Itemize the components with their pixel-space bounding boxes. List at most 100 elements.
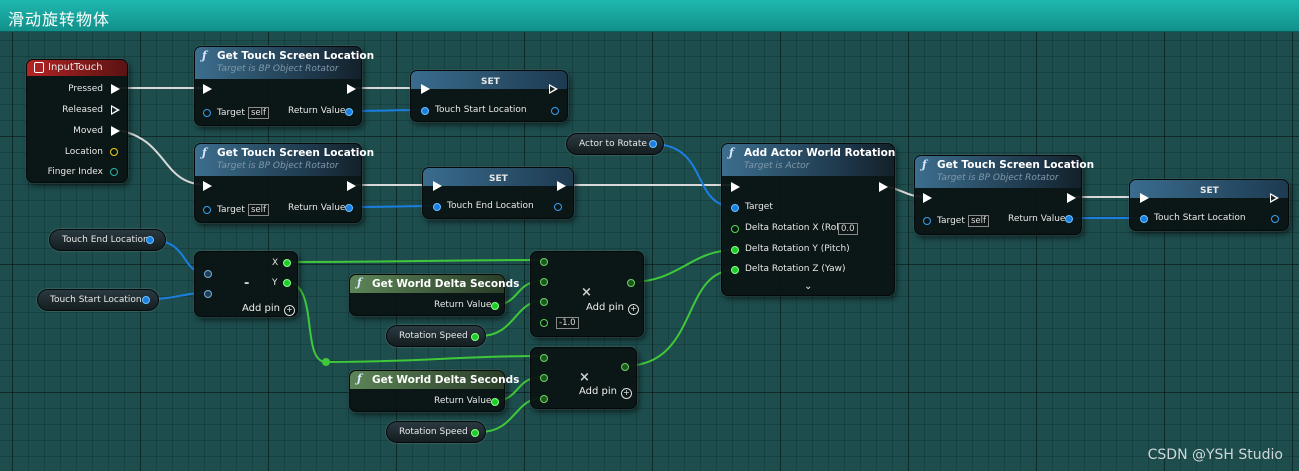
set-title-3: SET [1200,186,1219,196]
multiply-add-pin-button-1[interactable]: Add pin + [586,302,640,315]
get-touch-title-1: Get Touch Screen Location [217,50,375,62]
multiply-input-pin[interactable] [540,374,548,382]
exec-out-pin[interactable] [549,84,558,94]
return-value-pin[interactable] [345,108,353,116]
moved-exec-pin[interactable] [111,126,120,136]
get-touch-location-node-3[interactable]: ƒ Get Touch Screen Location Target is BP… [914,155,1094,235]
event-icon [34,62,44,73]
delta-return-pin-1[interactable] [491,302,499,310]
multiply-input-pin[interactable] [540,319,548,327]
target-self-field[interactable]: self [968,215,990,227]
yaw-label: Delta Rotation Z (Yaw) [745,264,846,274]
target-pin[interactable] [923,217,931,225]
rotation-speed-variable-1[interactable]: Rotation Speed [386,325,486,347]
exec-in-pin[interactable] [203,84,212,94]
multiply-node-1[interactable]: -1.0 × Add pin + [530,251,644,337]
target-pin[interactable] [203,206,211,214]
pressed-label: Pressed [68,84,103,94]
roll-pin[interactable] [731,225,739,233]
subtract-add-pin-button[interactable]: Add pin + [242,303,296,316]
y-output-pin[interactable] [283,279,291,287]
touch-start-in-pin[interactable] [1140,215,1148,223]
exec-in-pin[interactable] [1140,193,1149,203]
released-exec-pin[interactable] [111,105,120,115]
pitch-pin[interactable] [731,246,739,254]
exec-out-pin[interactable] [1067,193,1076,203]
touch-end-location-label: Touch End Location [62,235,149,245]
rotation-speed-label-2: Rotation Speed [399,427,468,437]
multiply-output-pin-2[interactable] [621,363,629,371]
multiply-input-pin[interactable] [540,298,548,306]
input-touch-node[interactable]: InputTouch Pressed Released Moved Locati… [26,59,128,183]
set-touch-start-node-2[interactable]: SET Touch Start Location [1129,179,1289,231]
rotation-speed-pin-2[interactable] [471,429,479,437]
target-self-field[interactable]: self [248,107,270,119]
touch-start-in-pin[interactable] [421,107,429,115]
get-touch-subtitle-3: Target is BP Object Rotator [937,173,1059,183]
touch-start-location-variable[interactable]: Touch Start Location [37,289,159,311]
exec-in-pin[interactable] [433,181,442,191]
get-touch-title-3: Get Touch Screen Location [937,159,1095,171]
multiply-input-pin[interactable] [540,354,548,362]
target-pin[interactable] [731,204,739,212]
rotation-speed-variable-2[interactable]: Rotation Speed [386,421,486,443]
x-output-pin[interactable] [283,259,291,267]
blueprint-graph[interactable]: 滑动旋转物体 InputTouch Pressed Released Moved… [0,0,1299,471]
exec-out-pin[interactable] [347,181,356,191]
finger-index-pin[interactable] [110,168,118,176]
set-title-2: SET [489,174,508,184]
add-actor-world-rotation-node[interactable]: ƒ Add Actor World Rotation Target is Act… [721,143,895,296]
touch-end-location-pin[interactable] [146,236,154,244]
get-touch-subtitle-1: Target is BP Object Rotator [217,64,339,74]
touch-end-in-pin[interactable] [433,203,441,211]
exec-in-pin[interactable] [203,181,212,191]
set-touch-end-node[interactable]: SET Touch End Location [422,167,574,219]
target-self-field[interactable]: self [248,204,270,216]
actor-to-rotate-pin[interactable] [649,140,657,148]
rotation-speed-pin-1[interactable] [471,333,479,341]
delta-return-pin-2[interactable] [491,398,499,406]
multiply-constant-field[interactable]: -1.0 [556,317,579,329]
exec-in-pin[interactable] [923,193,932,203]
exec-in-pin[interactable] [421,84,430,94]
return-value-pin[interactable] [345,204,353,212]
multiply-input-pin[interactable] [540,278,548,286]
get-touch-location-node-1[interactable]: ƒ Get Touch Screen Location Target is BP… [194,46,374,126]
multiply-output-pin-1[interactable] [627,279,635,287]
multiply-input-pin[interactable] [540,395,548,403]
function-icon: ƒ [202,146,207,159]
return-value-pin[interactable] [1065,215,1073,223]
exec-out-pin[interactable] [1270,193,1279,203]
exec-in-pin[interactable] [731,182,740,192]
location-pin[interactable] [110,148,118,156]
target-pin[interactable] [203,109,211,117]
exec-out-pin[interactable] [557,181,566,191]
touch-end-out-pin[interactable] [554,203,562,211]
function-icon: ƒ [357,276,362,289]
pressed-exec-pin[interactable] [111,84,120,94]
exec-out-pin[interactable] [879,182,888,192]
get-world-delta-seconds-node-1[interactable]: ƒ Get World Delta Seconds Return Value [349,274,519,316]
target-label: Target [217,108,245,118]
touch-start-out-pin[interactable] [551,107,559,115]
touch-end-location-variable[interactable]: Touch End Location [49,229,166,251]
multiply-add-pin-button-2[interactable]: Add pin + [579,386,633,399]
wire-reroute-knot [322,358,330,366]
subtract-input-b-pin[interactable] [204,290,212,298]
chevron-down-icon[interactable]: ⌄ [804,281,812,292]
roll-value-field[interactable]: 0.0 [838,223,858,235]
multiply-input-pin[interactable] [540,258,548,266]
touch-start-out-pin[interactable] [1271,215,1279,223]
multiply-node-2[interactable]: × Add pin + [530,347,637,409]
yaw-pin[interactable] [731,266,739,274]
touch-start-location-pin[interactable] [142,296,150,304]
add-rotation-subtitle: Target is Actor [744,161,810,171]
exec-out-pin[interactable] [347,84,356,94]
set-touch-start-node-1[interactable]: SET Touch Start Location [410,70,568,122]
set-title-1: SET [481,77,500,87]
actor-to-rotate-variable[interactable]: Actor to Rotate [566,133,664,155]
subtract-node[interactable]: - X Y Add pin + [194,251,298,317]
get-world-delta-seconds-node-2[interactable]: ƒ Get World Delta Seconds Return Value [349,370,519,412]
get-touch-location-node-2[interactable]: ƒ Get Touch Screen Location Target is BP… [194,143,374,223]
subtract-input-a-pin[interactable] [204,270,212,278]
